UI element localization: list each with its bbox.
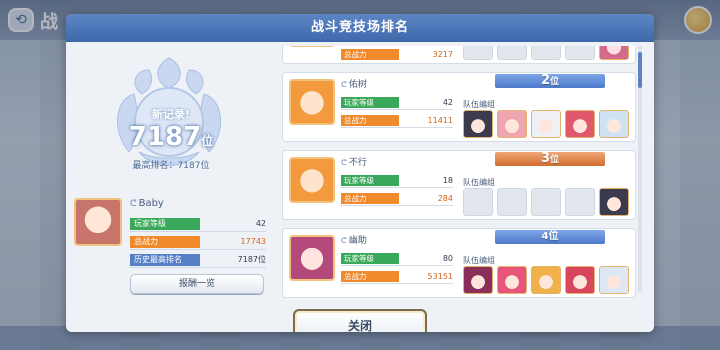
team-label: 队伍编组 <box>463 178 495 187</box>
player-best-rank-value: 7187位 <box>237 255 266 264</box>
rank-badge-value: 2 <box>540 73 551 88</box>
opponent-level-row: 玩家等级 18 <box>341 175 453 188</box>
current-rank: 7187位 <box>66 122 276 152</box>
team-slot-character <box>531 110 561 138</box>
opponent-team: 3位 队伍编组 <box>461 151 635 219</box>
team-slot-character <box>531 266 561 294</box>
best-rank-label: 最高排名：7187位 <box>132 161 210 171</box>
rank-badge: 3位 <box>495 150 605 168</box>
team-slots <box>463 110 635 138</box>
opponent-avatar <box>289 235 335 281</box>
arena-ranking-dialog: 战斗竞技场排名 新记录! 7187位 最高排名：7187位 ᕦ Baby 玩家等… <box>66 14 654 332</box>
opponent-power-row: 总战力 3217 <box>341 49 453 62</box>
opponent-name: 幽助 <box>341 233 367 246</box>
team-slot-character <box>565 266 595 294</box>
opponent-power-value: 53151 <box>427 272 453 281</box>
team-label: 队伍编组 <box>463 256 495 265</box>
opponent-power-label: 总战力 <box>341 115 399 126</box>
current-rank-unit: 位 <box>201 134 214 148</box>
opponent-level-label: 玩家等级 <box>341 253 399 264</box>
team-slot <box>497 46 527 60</box>
player-name: Baby <box>130 198 164 209</box>
opponent-level-label: 玩家等级 <box>341 97 399 108</box>
opponent-level-value: 80 <box>442 254 453 263</box>
opponent-team <box>461 46 635 63</box>
team-slot-character <box>463 110 493 138</box>
rank-badge-unit: 位 <box>550 155 560 165</box>
opponent-level-row: 玩家等级 42 <box>341 97 453 110</box>
ranking-row[interactable]: 总战力 3217 <box>282 46 636 64</box>
team-slot <box>463 46 493 60</box>
team-slot <box>497 188 527 216</box>
ranking-list[interactable]: 总战力 3217 佑树 玩家等级 <box>282 46 644 298</box>
opponent-power-row: 总战力 53151 <box>341 271 453 284</box>
current-rank-value: 7187 <box>128 122 202 152</box>
player-level-row: 玩家等级 42 <box>130 218 266 232</box>
team-slot-character <box>497 110 527 138</box>
rank-badge: 4位 <box>495 228 605 246</box>
player-power-value: 17743 <box>240 237 266 246</box>
team-slot <box>565 188 595 216</box>
team-slot <box>531 46 561 60</box>
dialog-title: 战斗竞技场排名 <box>66 14 654 42</box>
team-slot <box>531 188 561 216</box>
opponent-power-row: 总战力 284 <box>341 193 453 206</box>
dialog-body: 新记录! 7187位 最高排名：7187位 Baby 玩家等级 42 总战力 1… <box>66 42 654 332</box>
team-slot-character <box>599 266 629 294</box>
team-slot-character <box>599 46 629 60</box>
player-level-value: 42 <box>255 219 266 228</box>
rank-badge-unit: 位 <box>550 77 560 87</box>
player-power-label: 总战力 <box>130 236 200 248</box>
player-best-rank-label: 历史最高排名 <box>130 254 200 266</box>
opponent-power-label: 总战力 <box>341 271 399 282</box>
close-button[interactable]: 关闭 <box>293 309 427 332</box>
rank-badge-value: 4位 <box>541 231 559 242</box>
team-slot-character <box>565 110 595 138</box>
team-slots <box>463 46 635 60</box>
team-label: 队伍编组 <box>463 100 495 109</box>
opponent-level-value: 18 <box>442 176 453 185</box>
ranking-row[interactable]: 佑树 玩家等级 42 总战力 11411 2位 队伍编组 <box>282 72 636 142</box>
player-avatar <box>74 198 122 246</box>
opponent-level-row: 玩家等级 80 <box>341 253 453 266</box>
team-slot <box>463 188 493 216</box>
opponent-power-label: 总战力 <box>341 193 399 204</box>
team-slots <box>463 188 635 216</box>
player-card: Baby 玩家等级 42 总战力 17743 历史最高排名 7187位 <box>74 198 268 274</box>
team-slot-character <box>497 266 527 294</box>
ranking-row[interactable]: 不行 玩家等级 18 总战力 284 3位 队伍编组 <box>282 150 636 220</box>
opponent-team: 4位 队伍编组 <box>461 229 635 297</box>
opponent-avatar <box>289 157 335 203</box>
opponent-name: 佑树 <box>341 77 367 90</box>
ranking-list-scrollbar[interactable] <box>638 46 642 292</box>
reward-list-button[interactable]: 报酬一览 <box>130 274 264 294</box>
opponent-power-value: 11411 <box>427 116 453 125</box>
team-slot <box>565 46 595 60</box>
summary-panel: 新记录! 7187位 最高排名：7187位 Baby 玩家等级 42 总战力 1… <box>66 42 276 332</box>
opponent-avatar <box>289 79 335 125</box>
opponent-power-value: 284 <box>437 194 453 203</box>
opponent-team: 2位 队伍编组 <box>461 73 635 141</box>
team-slot-character <box>463 266 493 294</box>
opponent-level-label: 玩家等级 <box>341 175 399 186</box>
rank-badge-value: 3 <box>540 151 551 166</box>
opponent-power-row: 总战力 11411 <box>341 115 453 128</box>
opponent-level-value: 42 <box>442 98 453 107</box>
rank-badge: 2位 <box>495 72 605 90</box>
player-level-label: 玩家等级 <box>130 218 200 230</box>
player-power-row: 总战力 17743 <box>130 236 266 250</box>
opponent-power-value: 3217 <box>432 50 453 59</box>
team-slot-character <box>599 110 629 138</box>
opponent-name: 不行 <box>341 155 367 168</box>
opponent-power-label: 总战力 <box>341 49 399 60</box>
team-slots <box>463 266 635 294</box>
scrollbar-thumb[interactable] <box>638 52 642 88</box>
ranking-row[interactable]: 幽助 玩家等级 80 总战力 53151 4位 队伍编组 <box>282 228 636 298</box>
opponent-avatar <box>289 46 335 47</box>
team-slot-character <box>599 188 629 216</box>
new-record-label: 新记录! <box>151 108 191 121</box>
player-best-rank-row: 历史最高排名 7187位 <box>130 254 266 268</box>
